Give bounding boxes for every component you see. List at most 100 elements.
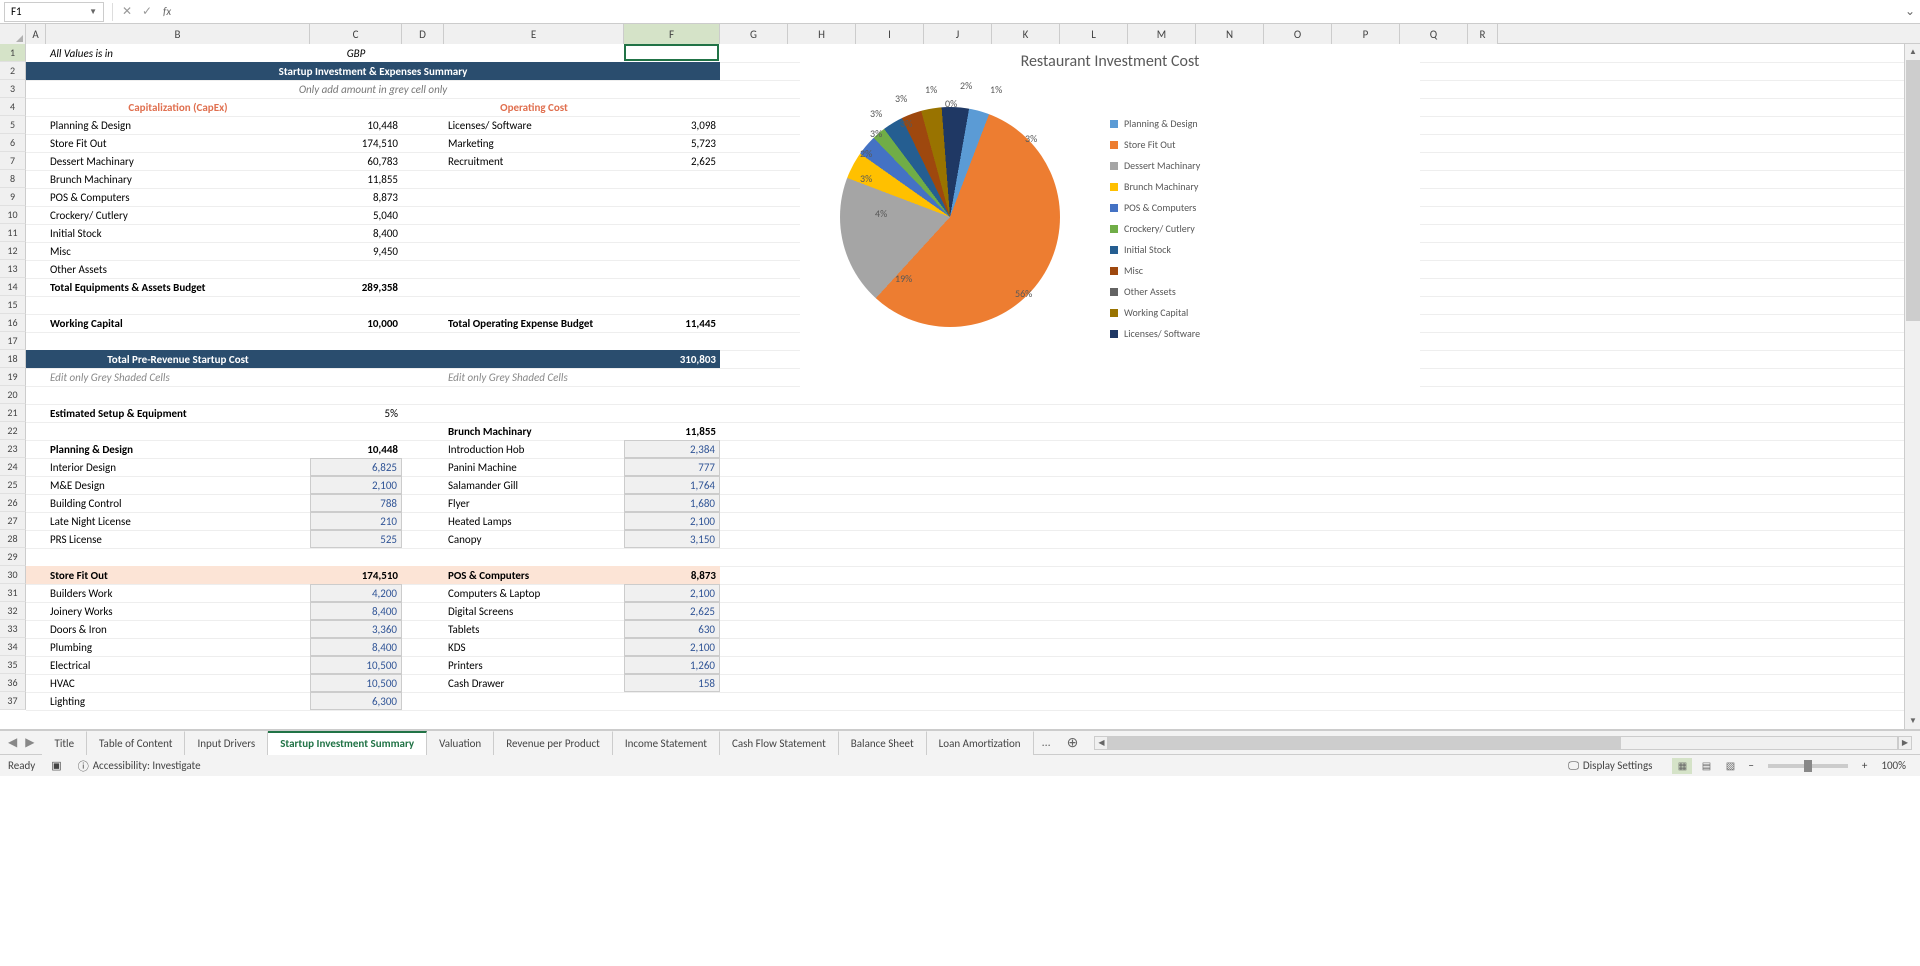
cell-E16[interactable]: Total Operating Expense Budget: [444, 314, 624, 332]
cell-C10[interactable]: 5,040: [310, 206, 402, 224]
row-header-33[interactable]: 33: [0, 620, 26, 638]
cell-B7[interactable]: Dessert Machinary: [46, 152, 310, 170]
cell-C32[interactable]: 8,400: [310, 602, 402, 620]
cell-F33[interactable]: 630: [624, 620, 720, 638]
formula-input[interactable]: [177, 2, 1900, 22]
row-header-10[interactable]: 10: [0, 206, 26, 224]
cell-F18[interactable]: 310,803: [624, 350, 720, 368]
sheet-tab[interactable]: Title: [42, 731, 87, 755]
row-header-17[interactable]: 17: [0, 332, 26, 350]
select-all-button[interactable]: [0, 24, 26, 44]
row-header-36[interactable]: 36: [0, 674, 26, 692]
cell-E33[interactable]: Tablets: [444, 620, 624, 638]
col-header-Q[interactable]: Q: [1400, 24, 1468, 44]
accessibility-status[interactable]: ⓘAccessibility: Investigate: [78, 758, 201, 774]
row-header-32[interactable]: 32: [0, 602, 26, 620]
cell-B6[interactable]: Store Fit Out: [46, 134, 310, 152]
cell-F36[interactable]: 158: [624, 674, 720, 692]
view-normal-icon[interactable]: ▦: [1672, 758, 1692, 774]
cell-C23[interactable]: 10,448: [310, 440, 402, 458]
row-header-37[interactable]: 37: [0, 692, 26, 710]
cell-E36[interactable]: Cash Drawer: [444, 674, 624, 692]
vscroll-track[interactable]: [1905, 60, 1920, 713]
cell-F22[interactable]: 11,855: [624, 422, 720, 440]
row-header-34[interactable]: 34: [0, 638, 26, 656]
cell-B24[interactable]: Interior Design: [46, 458, 310, 476]
cell-B37[interactable]: Lighting: [46, 692, 310, 710]
sheet-tab[interactable]: Table of Content: [87, 731, 185, 755]
cell-F30[interactable]: 8,873: [624, 566, 720, 584]
cell-B30[interactable]: Store Fit Out: [46, 566, 310, 584]
scroll-down-icon[interactable]: ▼: [1905, 713, 1920, 729]
cell-B35[interactable]: Electrical: [46, 656, 310, 674]
name-box[interactable]: F1 ▼: [4, 2, 104, 22]
row-header-20[interactable]: 20: [0, 386, 26, 404]
col-header-C[interactable]: C: [310, 24, 402, 44]
row-header-2[interactable]: 2: [0, 62, 26, 80]
cell-B18[interactable]: Total Pre-Revenue Startup Cost: [46, 350, 310, 368]
view-page-layout-icon[interactable]: ▤: [1696, 758, 1716, 774]
row-header-7[interactable]: 7: [0, 152, 26, 170]
cell-B28[interactable]: PRS License: [46, 530, 310, 548]
macro-record-icon[interactable]: ▣: [51, 759, 61, 772]
cell-B14[interactable]: Total Equipments & Assets Budget: [46, 278, 310, 296]
cell-B25[interactable]: M&E Design: [46, 476, 310, 494]
cell-A3[interactable]: Only add amount in grey cell only: [26, 80, 720, 98]
sheet-tab[interactable]: Loan Amortization: [927, 731, 1034, 755]
cell-B13[interactable]: Other Assets: [46, 260, 310, 278]
zoom-level[interactable]: 100%: [1875, 759, 1912, 772]
col-header-N[interactable]: N: [1196, 24, 1264, 44]
cell-B8[interactable]: Brunch Machinary: [46, 170, 310, 188]
col-header-R[interactable]: R: [1468, 24, 1498, 44]
name-box-dropdown-icon[interactable]: ▼: [89, 7, 97, 17]
sheet-tab[interactable]: Cash Flow Statement: [720, 731, 839, 755]
row-header-22[interactable]: 22: [0, 422, 26, 440]
row-header-8[interactable]: 8: [0, 170, 26, 188]
row-header-9[interactable]: 9: [0, 188, 26, 206]
cell-C28[interactable]: 525: [310, 530, 402, 548]
col-header-F[interactable]: F: [624, 24, 720, 44]
cell-E24[interactable]: Panini Machine: [444, 458, 624, 476]
col-header-P[interactable]: P: [1332, 24, 1400, 44]
row-header-31[interactable]: 31: [0, 584, 26, 602]
view-page-break-icon[interactable]: ▧: [1720, 758, 1740, 774]
cell-E6[interactable]: Marketing: [444, 134, 624, 152]
cell-B5[interactable]: Planning & Design: [46, 116, 310, 134]
cell-E4[interactable]: Operating Cost: [444, 98, 624, 116]
row-header-30[interactable]: 30: [0, 566, 26, 584]
row-header-28[interactable]: 28: [0, 530, 26, 548]
row-header-23[interactable]: 23: [0, 440, 26, 458]
row-header-27[interactable]: 27: [0, 512, 26, 530]
vertical-scrollbar[interactable]: ▲ ▼: [1904, 44, 1920, 729]
horizontal-scrollbar[interactable]: ◀ ▶: [1086, 736, 1920, 750]
row-header-21[interactable]: 21: [0, 404, 26, 422]
cell-E30[interactable]: POS & Computers: [444, 566, 624, 584]
sheet-tab[interactable]: Income Statement: [613, 731, 720, 755]
cell-E32[interactable]: Digital Screens: [444, 602, 624, 620]
tab-nav-prev-icon[interactable]: ◀: [8, 735, 17, 750]
vscroll-thumb[interactable]: [1906, 60, 1920, 321]
cell-E27[interactable]: Heated Lamps: [444, 512, 624, 530]
cell-B1[interactable]: All Values is in: [46, 44, 310, 62]
col-header-M[interactable]: M: [1128, 24, 1196, 44]
cell-B31[interactable]: Builders Work: [46, 584, 310, 602]
cell-C30[interactable]: 174,510: [310, 566, 402, 584]
cell-F7[interactable]: 2,625: [624, 152, 720, 170]
col-header-A[interactable]: A: [26, 24, 46, 44]
row-header-25[interactable]: 25: [0, 476, 26, 494]
cell-E22[interactable]: Brunch Machinary: [444, 422, 624, 440]
zoom-thumb[interactable]: [1804, 760, 1812, 772]
row-header-4[interactable]: 4: [0, 98, 26, 116]
cell-C7[interactable]: 60,783: [310, 152, 402, 170]
sheet-tab[interactable]: Balance Sheet: [839, 731, 927, 755]
pie-chart[interactable]: Restaurant Investment Cost 1%2%1%3%0%3%3…: [800, 46, 1420, 396]
cell-B33[interactable]: Doors & Iron: [46, 620, 310, 638]
cell-E34[interactable]: KDS: [444, 638, 624, 656]
row-header-24[interactable]: 24: [0, 458, 26, 476]
cell-C37[interactable]: 6,300: [310, 692, 402, 710]
row-header-19[interactable]: 19: [0, 368, 26, 386]
col-header-K[interactable]: K: [992, 24, 1060, 44]
col-header-B[interactable]: B: [46, 24, 310, 44]
cancel-formula-icon[interactable]: ✕: [117, 4, 137, 19]
col-header-J[interactable]: J: [924, 24, 992, 44]
